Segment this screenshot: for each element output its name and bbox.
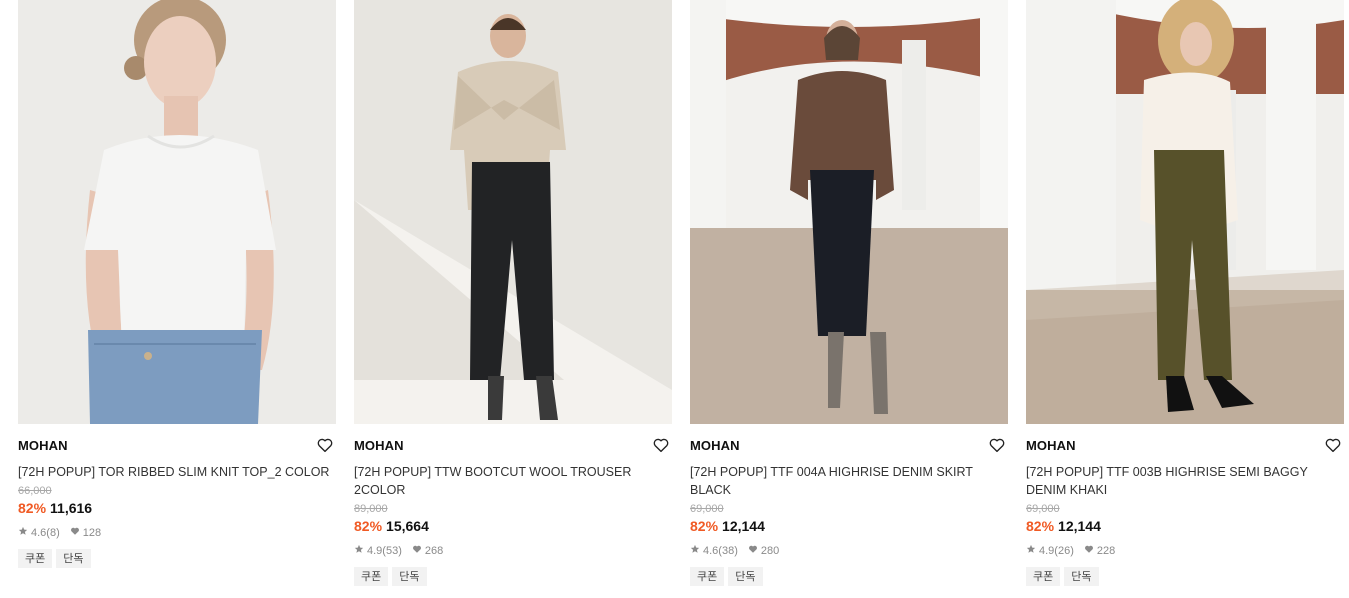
like-count: 268: [424, 545, 444, 557]
exclusive-tag: 단독: [392, 567, 427, 586]
coupon-tag: 쿠폰: [690, 567, 725, 586]
product-image[interactable]: [1026, 0, 1344, 424]
product-card[interactable]: MOHAN [72H POPUP] TOR RIBBED SLIM KNIT T…: [18, 0, 336, 568]
product-name[interactable]: [72H POPUP] TTF 004A HIGHRISE DENIM SKIR…: [690, 463, 1008, 499]
heart-outline-icon[interactable]: [988, 436, 1006, 454]
original-price: 89,000: [354, 503, 388, 515]
coupon-tag: 쿠폰: [1026, 567, 1061, 586]
discount-rate: 82%: [18, 500, 47, 516]
heart-filled-icon: [1084, 544, 1094, 558]
star-icon: [690, 544, 700, 558]
heart-filled-icon: [412, 544, 422, 558]
rating-value: 4.6: [703, 545, 719, 557]
product-card[interactable]: MOHAN [72H POPUP] TTW BOOTCUT WOOL TROUS…: [354, 0, 672, 586]
star-icon: [18, 526, 28, 540]
brand-name[interactable]: MOHAN: [1026, 438, 1344, 454]
discount-rate: 82%: [690, 518, 719, 534]
star-icon: [354, 544, 364, 558]
exclusive-tag: 단독: [1064, 567, 1099, 586]
brand-name[interactable]: MOHAN: [354, 438, 672, 454]
heart-filled-icon: [70, 526, 80, 540]
product-image[interactable]: [690, 0, 1008, 424]
like-count: 228: [1096, 545, 1116, 557]
tag-list: 쿠폰 단독: [18, 549, 336, 568]
discount-rate: 82%: [354, 518, 383, 534]
like-count: 280: [760, 545, 780, 557]
brand-name[interactable]: MOHAN: [18, 438, 336, 454]
product-card[interactable]: MOHAN [72H POPUP] TTF 003B HIGHRISE SEMI…: [1026, 0, 1344, 586]
heart-outline-icon[interactable]: [652, 436, 670, 454]
product-image[interactable]: [18, 0, 336, 424]
coupon-tag: 쿠폰: [18, 549, 53, 568]
sale-price: 11,616: [50, 500, 93, 516]
original-price: 69,000: [1026, 503, 1060, 515]
heart-outline-icon[interactable]: [316, 436, 334, 454]
discount-rate: 82%: [1026, 518, 1055, 534]
sale-price: 12,144: [1058, 518, 1101, 534]
review-count: (38): [718, 545, 738, 557]
original-price: 66,000: [18, 485, 52, 497]
original-price: 69,000: [690, 503, 724, 515]
tag-list: 쿠폰 단독: [354, 567, 672, 586]
exclusive-tag: 단독: [56, 549, 91, 568]
sale-price: 12,144: [722, 518, 765, 534]
heart-filled-icon: [748, 544, 758, 558]
like-count: 128: [82, 527, 102, 539]
product-name[interactable]: [72H POPUP] TTW BOOTCUT WOOL TROUSER 2CO…: [354, 463, 672, 499]
rating-value: 4.9: [367, 545, 383, 557]
sale-price: 15,664: [386, 518, 429, 534]
tag-list: 쿠폰 단독: [690, 567, 1008, 586]
product-name[interactable]: [72H POPUP] TOR RIBBED SLIM KNIT TOP_2 C…: [18, 463, 336, 481]
star-icon: [1026, 544, 1036, 558]
rating-value: 4.6: [31, 527, 47, 539]
tag-list: 쿠폰 단독: [1026, 567, 1344, 586]
exclusive-tag: 단독: [728, 567, 763, 586]
brand-name[interactable]: MOHAN: [690, 438, 1008, 454]
product-meta: 4.6 (8) 128: [18, 526, 336, 540]
review-count: (8): [46, 527, 60, 539]
product-meta: 4.9 (26) 228: [1026, 544, 1344, 558]
price-row: 82% 11,616: [18, 499, 336, 517]
rating-value: 4.9: [1039, 545, 1055, 557]
product-image[interactable]: [354, 0, 672, 424]
product-name[interactable]: [72H POPUP] TTF 003B HIGHRISE SEMI BAGGY…: [1026, 463, 1344, 499]
coupon-tag: 쿠폰: [354, 567, 389, 586]
heart-outline-icon[interactable]: [1324, 436, 1342, 454]
product-meta: 4.6 (38) 280: [690, 544, 1008, 558]
product-grid: MOHAN [72H POPUP] TOR RIBBED SLIM KNIT T…: [0, 0, 1349, 598]
review-count: (53): [382, 545, 402, 557]
product-card[interactable]: MOHAN [72H POPUP] TTF 004A HIGHRISE DENI…: [690, 0, 1008, 586]
price-row: 82% 15,664: [354, 517, 672, 535]
price-row: 82% 12,144: [690, 517, 1008, 535]
product-meta: 4.9 (53) 268: [354, 544, 672, 558]
price-row: 82% 12,144: [1026, 517, 1344, 535]
review-count: (26): [1054, 545, 1074, 557]
